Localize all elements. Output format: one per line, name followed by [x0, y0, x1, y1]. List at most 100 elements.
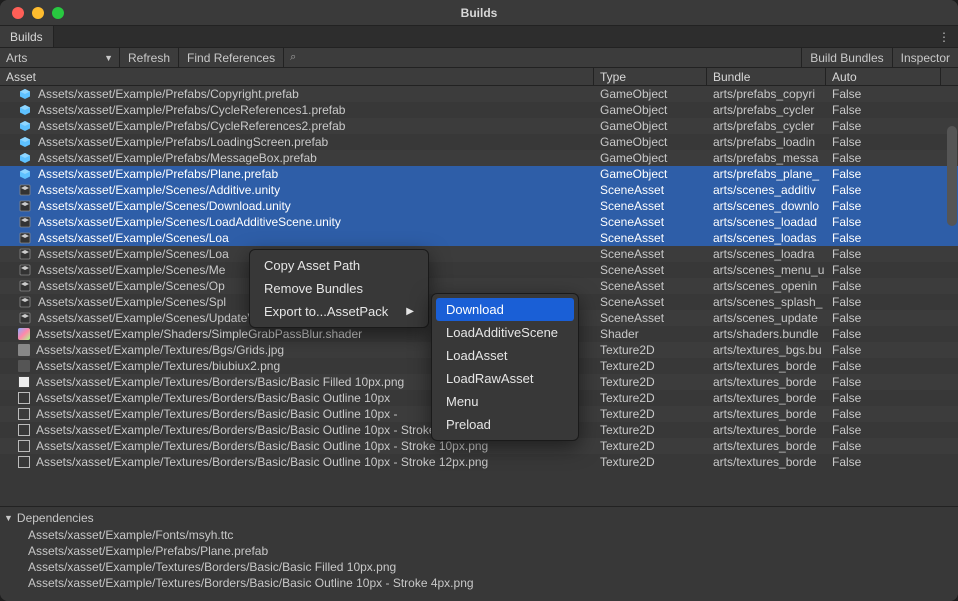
- refresh-button[interactable]: Refresh: [120, 48, 179, 67]
- tab-menu-icon[interactable]: ⋮: [930, 26, 958, 47]
- table-row[interactable]: Assets/xasset/Example/Scenes/LoadAdditiv…: [0, 214, 958, 230]
- menu-item[interactable]: Menu: [432, 390, 578, 413]
- menu-item[interactable]: Preload: [432, 413, 578, 436]
- table-row[interactable]: Assets/xasset/Example/Prefabs/CycleRefer…: [0, 102, 958, 118]
- table-row[interactable]: Assets/xasset/Example/Scenes/MeSceneAsse…: [0, 262, 958, 278]
- menu-item[interactable]: Download: [436, 298, 574, 321]
- menu-item-label: Preload: [446, 417, 491, 432]
- cell-asset: Assets/xasset/Example/Prefabs/LoadingScr…: [0, 135, 594, 149]
- context-submenu[interactable]: Download LoadAdditiveScene LoadAssetLoadRa…: [431, 293, 579, 441]
- context-menu[interactable]: Copy Asset Path Remove BundlesExport to..…: [249, 249, 429, 328]
- menu-item[interactable]: LoadAsset: [432, 344, 578, 367]
- asset-path: Assets/xasset/Example/Textures/Borders/B…: [36, 375, 404, 389]
- texture-icon: [18, 376, 30, 388]
- menu-item-label: Download: [446, 302, 504, 317]
- cell-type: Texture2D: [594, 423, 707, 437]
- menu-item[interactable]: LoadRawAsset: [432, 367, 578, 390]
- cell-bundle: arts/textures_borde: [707, 391, 826, 405]
- chevron-down-icon: ▼: [104, 53, 113, 63]
- cell-type: GameObject: [594, 151, 707, 165]
- cell-bundle: arts/scenes_loadad: [707, 215, 826, 229]
- scene-icon: [18, 183, 32, 197]
- scene-icon: [18, 279, 32, 293]
- cell-bundle: arts/scenes_loadra: [707, 247, 826, 261]
- cell-auto: False: [826, 407, 941, 421]
- column-headers: Asset Type Bundle Auto: [0, 68, 958, 86]
- shader-icon: [18, 328, 30, 340]
- table-row[interactable]: Assets/xasset/Example/Scenes/LoaSceneAss…: [0, 230, 958, 246]
- tab-builds[interactable]: Builds: [0, 26, 54, 47]
- table-row[interactable]: Assets/xasset/Example/Scenes/OpSceneAsse…: [0, 278, 958, 294]
- column-auto[interactable]: Auto: [826, 68, 941, 85]
- scene-icon: [18, 295, 32, 309]
- cell-bundle: arts/scenes_menu_u: [707, 263, 826, 277]
- cell-type: SceneAsset: [594, 295, 707, 309]
- menu-item[interactable]: Copy Asset Path: [250, 254, 428, 277]
- cell-bundle: arts/scenes_loadas: [707, 231, 826, 245]
- cell-auto: False: [826, 359, 941, 373]
- cell-auto: False: [826, 183, 941, 197]
- table-row[interactable]: Assets/xasset/Example/Prefabs/Copyright.…: [0, 86, 958, 102]
- cell-asset: Assets/xasset/Example/Prefabs/Copyright.…: [0, 87, 594, 101]
- cell-type: Texture2D: [594, 359, 707, 373]
- asset-path: Assets/xasset/Example/Scenes/Op: [38, 279, 225, 293]
- cell-bundle: arts/textures_borde: [707, 455, 826, 469]
- table-row[interactable]: Assets/xasset/Example/Scenes/LoaSceneAss…: [0, 246, 958, 262]
- column-asset[interactable]: Asset: [0, 68, 594, 85]
- dependency-item[interactable]: Assets/xasset/Example/Fonts/msyh.ttc: [0, 527, 958, 543]
- chevron-down-icon: ▼: [4, 513, 13, 523]
- prefab-icon: [18, 87, 32, 101]
- scene-icon: [18, 247, 32, 261]
- category-dropdown[interactable]: Arts ▼: [0, 48, 120, 67]
- cell-type: Shader: [594, 327, 707, 341]
- search-field[interactable]: ⌕: [284, 48, 801, 67]
- asset-path: Assets/xasset/Example/Textures/Borders/B…: [36, 439, 488, 453]
- table-row[interactable]: Assets/xasset/Example/Prefabs/Plane.pref…: [0, 166, 958, 182]
- asset-path: Assets/xasset/Example/Scenes/Download.un…: [38, 199, 291, 213]
- asset-path: Assets/xasset/Example/Textures/Bgs/Grids…: [36, 343, 284, 357]
- dependencies-list: Assets/xasset/Example/Fonts/msyh.ttcAsse…: [0, 527, 958, 591]
- find-references-button[interactable]: Find References: [179, 48, 284, 67]
- search-input[interactable]: [300, 51, 795, 65]
- menu-item-label: Copy Asset Path: [264, 258, 360, 273]
- table-row[interactable]: Assets/xasset/Example/Scenes/Download.un…: [0, 198, 958, 214]
- cell-auto: False: [826, 215, 941, 229]
- asset-path: Assets/xasset/Example/Shaders/SimpleGrab…: [36, 327, 362, 341]
- cell-auto: False: [826, 455, 941, 469]
- menu-item[interactable]: Remove Bundles: [250, 277, 428, 300]
- table-row[interactable]: Assets/xasset/Example/Textures/Borders/B…: [0, 454, 958, 470]
- cell-asset: Assets/xasset/Example/Scenes/Loa: [0, 231, 594, 245]
- dependency-item[interactable]: Assets/xasset/Example/Textures/Borders/B…: [0, 575, 958, 591]
- search-icon: ⌕: [290, 51, 296, 64]
- table-row[interactable]: Assets/xasset/Example/Prefabs/MessageBox…: [0, 150, 958, 166]
- asset-path: Assets/xasset/Example/Scenes/Loa: [38, 247, 229, 261]
- asset-path: Assets/xasset/Example/Scenes/Spl: [38, 295, 226, 309]
- asset-path: Assets/xasset/Example/Scenes/Me: [38, 263, 225, 277]
- tab-label: Builds: [10, 30, 43, 44]
- inspector-button[interactable]: Inspector: [892, 48, 958, 67]
- menu-item[interactable]: LoadAdditiveScene: [432, 321, 578, 344]
- cell-bundle: arts/prefabs_cycler: [707, 103, 826, 117]
- cell-type: GameObject: [594, 167, 707, 181]
- asset-path: Assets/xasset/Example/Textures/Borders/B…: [36, 423, 482, 437]
- asset-path: Assets/xasset/Example/Textures/Borders/B…: [36, 455, 488, 469]
- dependencies-header[interactable]: ▼ Dependencies: [0, 509, 958, 527]
- cell-type: GameObject: [594, 87, 707, 101]
- table-row[interactable]: Assets/xasset/Example/Scenes/Additive.un…: [0, 182, 958, 198]
- cell-auto: False: [826, 247, 941, 261]
- column-type[interactable]: Type: [594, 68, 707, 85]
- menu-item[interactable]: Export to...AssetPack▶: [250, 300, 428, 323]
- texture-icon: [18, 440, 30, 452]
- vertical-scrollbar[interactable]: [947, 126, 957, 226]
- column-bundle[interactable]: Bundle: [707, 68, 826, 85]
- cell-bundle: arts/scenes_openin: [707, 279, 826, 293]
- dependency-item[interactable]: Assets/xasset/Example/Prefabs/Plane.pref…: [0, 543, 958, 559]
- asset-path: Assets/xasset/Example/Scenes/LoadAdditiv…: [38, 215, 341, 229]
- cell-bundle: arts/prefabs_cycler: [707, 119, 826, 133]
- build-bundles-button[interactable]: Build Bundles: [801, 48, 891, 67]
- asset-path: Assets/xasset/Example/Prefabs/Plane.pref…: [38, 167, 278, 181]
- dependency-item[interactable]: Assets/xasset/Example/Textures/Borders/B…: [0, 559, 958, 575]
- menu-item-label: LoadAdditiveScene: [446, 325, 558, 340]
- table-row[interactable]: Assets/xasset/Example/Prefabs/CycleRefer…: [0, 118, 958, 134]
- table-row[interactable]: Assets/xasset/Example/Prefabs/LoadingScr…: [0, 134, 958, 150]
